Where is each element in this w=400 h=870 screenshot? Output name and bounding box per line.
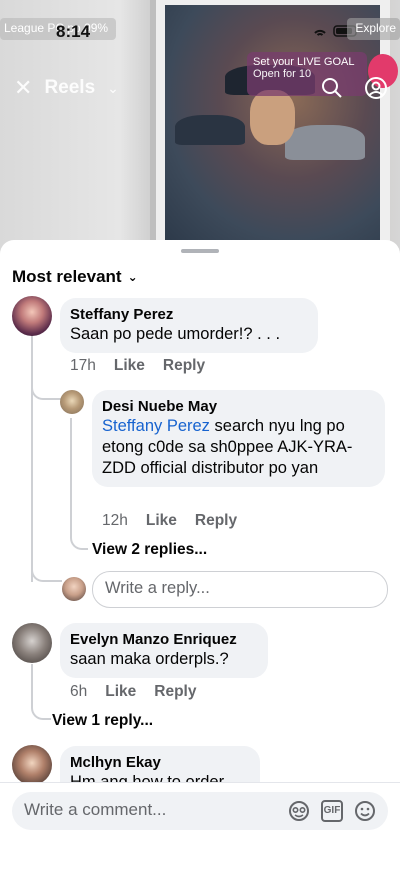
thread-connector xyxy=(31,360,61,400)
reply-input[interactable]: Write a reply... xyxy=(92,571,388,608)
status-time: 8:14 xyxy=(56,22,91,41)
comment-time: 6h xyxy=(70,683,88,700)
reply-bubble[interactable]: Desi Nuebe May Steffany Perez search nyu… xyxy=(92,390,385,487)
reels-title[interactable]: Reels xyxy=(44,77,95,99)
gif-icon[interactable]: GIF xyxy=(321,800,343,822)
like-button[interactable]: Like xyxy=(146,512,177,530)
live-goal-sub: Open for 10 xyxy=(253,68,312,80)
search-icon[interactable] xyxy=(320,76,344,100)
view-replies-link[interactable]: View 2 replies... xyxy=(92,541,207,559)
chevron-down-icon[interactable]: ⌄ xyxy=(107,80,119,97)
comment-author[interactable]: Steffany Perez xyxy=(70,305,306,324)
comment-actions: 6h Like Reply xyxy=(70,683,196,701)
reply-text: Steffany Perez search nyu lng po etong c… xyxy=(102,416,373,479)
reply-button[interactable]: Reply xyxy=(154,683,196,701)
comment-composer[interactable]: Write a comment... GIF xyxy=(12,792,388,830)
live-goal-banner[interactable]: Set your LIVE GOAL Open for 10 xyxy=(247,52,367,96)
reply-actions: 12h Like Reply xyxy=(102,512,237,530)
comment-author[interactable]: Mclhyn Ekay xyxy=(70,753,248,772)
like-button[interactable]: Like xyxy=(105,683,136,701)
mention-link[interactable]: Steffany Perez xyxy=(102,417,210,435)
live-goal-title: Set your LIVE GOAL xyxy=(253,56,355,68)
thread-connector xyxy=(70,418,88,550)
sheet-grabber[interactable] xyxy=(181,249,219,253)
thread-connector xyxy=(31,530,62,582)
comment-bubble[interactable]: Evelyn Manzo Enriquez saan maka orderpls… xyxy=(60,623,268,678)
close-icon[interactable]: ✕ xyxy=(14,75,32,101)
sort-dropdown[interactable]: Most relevant ⌄ xyxy=(12,267,138,287)
comment-text: saan maka orderpls.? xyxy=(70,650,229,668)
emoji-icon[interactable] xyxy=(354,800,376,822)
avatar-sticker-icon[interactable] xyxy=(288,800,310,822)
like-button[interactable]: Like xyxy=(114,357,145,375)
reply-time: 12h xyxy=(102,512,128,529)
view-replies-link[interactable]: View 1 reply... xyxy=(52,712,153,730)
status-right-app: Explore xyxy=(347,18,400,40)
reply-author[interactable]: Desi Nuebe May xyxy=(102,397,373,416)
avatar[interactable] xyxy=(12,623,52,663)
profile-icon[interactable] xyxy=(364,76,388,100)
avatar xyxy=(62,577,86,601)
thread-connector xyxy=(31,680,51,720)
reply-button[interactable]: Reply xyxy=(195,512,237,530)
comment-text: Saan po pede umorder!? . . . xyxy=(70,325,281,343)
reels-header: ✕ Reels ⌄ xyxy=(14,75,119,101)
comments-sheet: Most relevant ⌄ Steffany Perez Saan po p… xyxy=(0,240,400,870)
sort-label: Most relevant xyxy=(12,267,122,286)
comment-author[interactable]: Evelyn Manzo Enriquez xyxy=(70,630,256,649)
avatar[interactable] xyxy=(12,745,52,785)
avatar[interactable] xyxy=(12,296,52,336)
comment-bubble[interactable]: Steffany Perez Saan po pede umorder!? . … xyxy=(60,298,318,353)
avatar[interactable] xyxy=(60,390,84,414)
comment-actions: 17h Like Reply xyxy=(70,357,205,375)
comment-input[interactable]: Write a comment... xyxy=(24,800,166,820)
status-bar: League PC pp 99% 8:14 Explore xyxy=(0,18,400,44)
comment-time: 17h xyxy=(70,357,96,374)
chevron-down-icon: ⌄ xyxy=(127,270,138,284)
reply-button[interactable]: Reply xyxy=(163,357,205,375)
